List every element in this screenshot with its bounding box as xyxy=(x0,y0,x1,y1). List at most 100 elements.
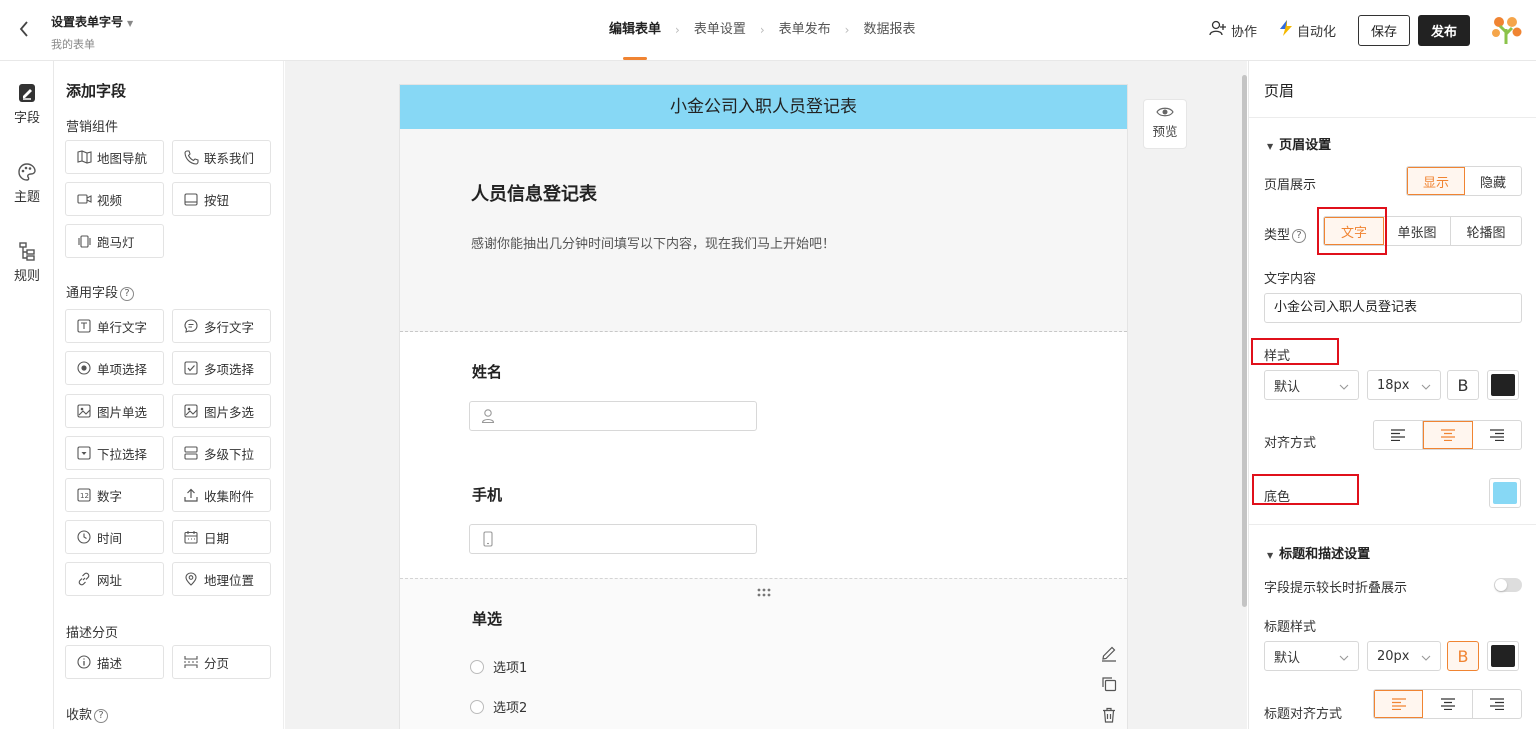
field-dropdown[interactable]: 下拉选择 xyxy=(65,436,164,470)
color-chip xyxy=(1491,374,1515,396)
left-rail: 字段 主题 规则 xyxy=(0,61,54,729)
add-user-icon xyxy=(1209,20,1227,40)
step-form-publish[interactable]: 表单发布 xyxy=(779,0,831,60)
svg-text:12: 12 xyxy=(80,492,89,500)
field-multi-line[interactable]: 多行文字 xyxy=(172,309,271,343)
title-size-select[interactable]: 20px xyxy=(1367,641,1441,671)
display-label: 页眉展示 xyxy=(1264,178,1317,193)
header-text-input[interactable]: 小金公司入职人员登记表 xyxy=(1264,293,1522,323)
automation-button[interactable]: 自动化 xyxy=(1279,20,1336,40)
image-icon xyxy=(76,403,92,419)
help-icon[interactable]: ? xyxy=(94,708,109,723)
bold-toggle[interactable]: B xyxy=(1447,370,1479,400)
eye-icon xyxy=(1144,106,1186,121)
field-multi-choice[interactable]: 多项选择 xyxy=(172,351,271,385)
title-align-left-icon[interactable] xyxy=(1374,690,1423,718)
checkbox-icon xyxy=(183,360,199,376)
title-settings-section[interactable]: ▼ 标题和描述设置 xyxy=(1267,543,1370,562)
question-name-label: 姓名 xyxy=(472,363,503,381)
font-select[interactable]: 默认 xyxy=(1264,370,1359,400)
back-icon[interactable] xyxy=(18,20,36,40)
chevron-right-icon: › xyxy=(844,23,850,37)
field-location[interactable]: 地理位置 xyxy=(172,562,271,596)
field-number[interactable]: 12 数字 xyxy=(65,478,164,512)
help-icon[interactable]: ? xyxy=(1292,228,1307,243)
field-video[interactable]: 视频 xyxy=(65,182,164,216)
bg-color-swatch[interactable] xyxy=(1489,478,1521,508)
canvas-scrollbar[interactable] xyxy=(1242,75,1247,607)
title-align-right-icon[interactable] xyxy=(1473,690,1521,718)
settings-panel: 页眉 ▼ 页眉设置 页眉展示 显示 隐藏 类型? 文字 单张图 轮播图 文字内容 … xyxy=(1248,61,1536,729)
form-intro[interactable]: 人员信息登记表 感谢你能抽出几分钟时间填写以下内容，现在我们马上开始吧！ xyxy=(400,129,1127,332)
field-single-line[interactable]: 单行文字 xyxy=(65,309,164,343)
button-icon xyxy=(183,191,199,207)
title-align-label: 标题对齐方式 xyxy=(1264,707,1343,722)
display-hide-option[interactable]: 隐藏 xyxy=(1465,167,1521,195)
caret-down-icon: ▼ xyxy=(127,19,134,28)
field-time[interactable]: 时间 xyxy=(65,520,164,554)
question-radio-block[interactable]: 单选 选项1 选项2 xyxy=(400,578,1127,729)
form-header-banner[interactable]: 小金公司入职人员登记表 xyxy=(400,85,1127,129)
rail-item-fields[interactable]: 字段 xyxy=(0,83,54,126)
title-font-select[interactable]: 默认 xyxy=(1264,641,1359,671)
edit-icon[interactable] xyxy=(1100,644,1118,662)
field-description[interactable]: 描述 xyxy=(65,645,164,679)
field-image-single[interactable]: 图片单选 xyxy=(65,394,164,428)
field-cascade[interactable]: 多级下拉 xyxy=(172,436,271,470)
number-icon: 12 xyxy=(76,487,92,503)
align-left-icon[interactable] xyxy=(1374,421,1423,449)
mobile-icon xyxy=(480,531,496,547)
align-right-icon[interactable] xyxy=(1473,421,1521,449)
name-input[interactable] xyxy=(469,401,757,431)
field-marquee[interactable]: 跑马灯 xyxy=(65,224,164,258)
rail-item-theme[interactable]: 主题 xyxy=(0,162,54,205)
edit-doc-icon xyxy=(17,83,37,103)
caret-down-icon: ▼ xyxy=(1267,551,1274,560)
rail-item-rules[interactable]: 规则 xyxy=(0,241,54,284)
type-carousel-option[interactable]: 轮播图 xyxy=(1451,217,1521,245)
field-contact-us[interactable]: 联系我们 xyxy=(172,140,271,174)
preview-button[interactable]: 预览 xyxy=(1143,99,1187,149)
step-edit-form[interactable]: 编辑表单 xyxy=(609,0,661,60)
breadcrumb[interactable]: 我的表单 xyxy=(51,36,133,52)
step-form-settings[interactable]: 表单设置 xyxy=(694,0,746,60)
radio-option[interactable]: 选项2 xyxy=(470,697,527,716)
save-button[interactable]: 保存 xyxy=(1358,14,1410,46)
text-color-swatch[interactable] xyxy=(1487,370,1519,400)
type-single-image-option[interactable]: 单张图 xyxy=(1384,217,1451,245)
step-data-report[interactable]: 数据报表 xyxy=(863,0,915,60)
align-center-icon[interactable] xyxy=(1423,421,1473,449)
field-upload[interactable]: 收集附件 xyxy=(172,478,271,512)
radio-option[interactable]: 选项1 xyxy=(470,657,527,676)
field-button[interactable]: 按钮 xyxy=(172,182,271,216)
help-icon[interactable]: ? xyxy=(120,286,135,301)
field-map-nav[interactable]: 地图导航 xyxy=(65,140,164,174)
align-label: 对齐方式 xyxy=(1264,436,1317,451)
dropdown-icon xyxy=(76,445,92,461)
field-url[interactable]: 网址 xyxy=(65,562,164,596)
delete-icon[interactable] xyxy=(1100,706,1118,724)
copy-icon[interactable] xyxy=(1100,675,1118,693)
title-bold-toggle[interactable]: B xyxy=(1447,641,1479,671)
title-align-center-icon[interactable] xyxy=(1423,690,1473,718)
phone-input[interactable] xyxy=(469,524,757,554)
field-single-choice[interactable]: 单项选择 xyxy=(65,351,164,385)
form-name[interactable]: 设置表单字号 ▼ xyxy=(51,13,133,30)
header-settings-section[interactable]: ▼ 页眉设置 xyxy=(1267,134,1331,153)
chevron-down-icon xyxy=(1421,651,1431,661)
form-title-block[interactable]: 设置表单字号 ▼ 我的表单 xyxy=(51,13,133,52)
drag-handle-icon[interactable] xyxy=(756,587,772,599)
publish-button[interactable]: 发布 xyxy=(1418,14,1470,46)
field-date[interactable]: 日期 xyxy=(172,520,271,554)
field-image-multi[interactable]: 图片多选 xyxy=(172,394,271,428)
font-size-select[interactable]: 18px xyxy=(1367,370,1441,400)
collapse-switch[interactable] xyxy=(1494,578,1522,592)
chevron-right-icon: › xyxy=(675,23,680,37)
display-toggle: 显示 隐藏 xyxy=(1406,166,1522,196)
title-color-swatch[interactable] xyxy=(1487,641,1519,671)
field-pagebreak[interactable]: 分页 xyxy=(172,645,271,679)
type-label: 类型? xyxy=(1264,224,1307,243)
phone-icon xyxy=(183,149,199,165)
display-show-option[interactable]: 显示 xyxy=(1407,167,1465,195)
collab-button[interactable]: 协作 xyxy=(1209,20,1257,40)
